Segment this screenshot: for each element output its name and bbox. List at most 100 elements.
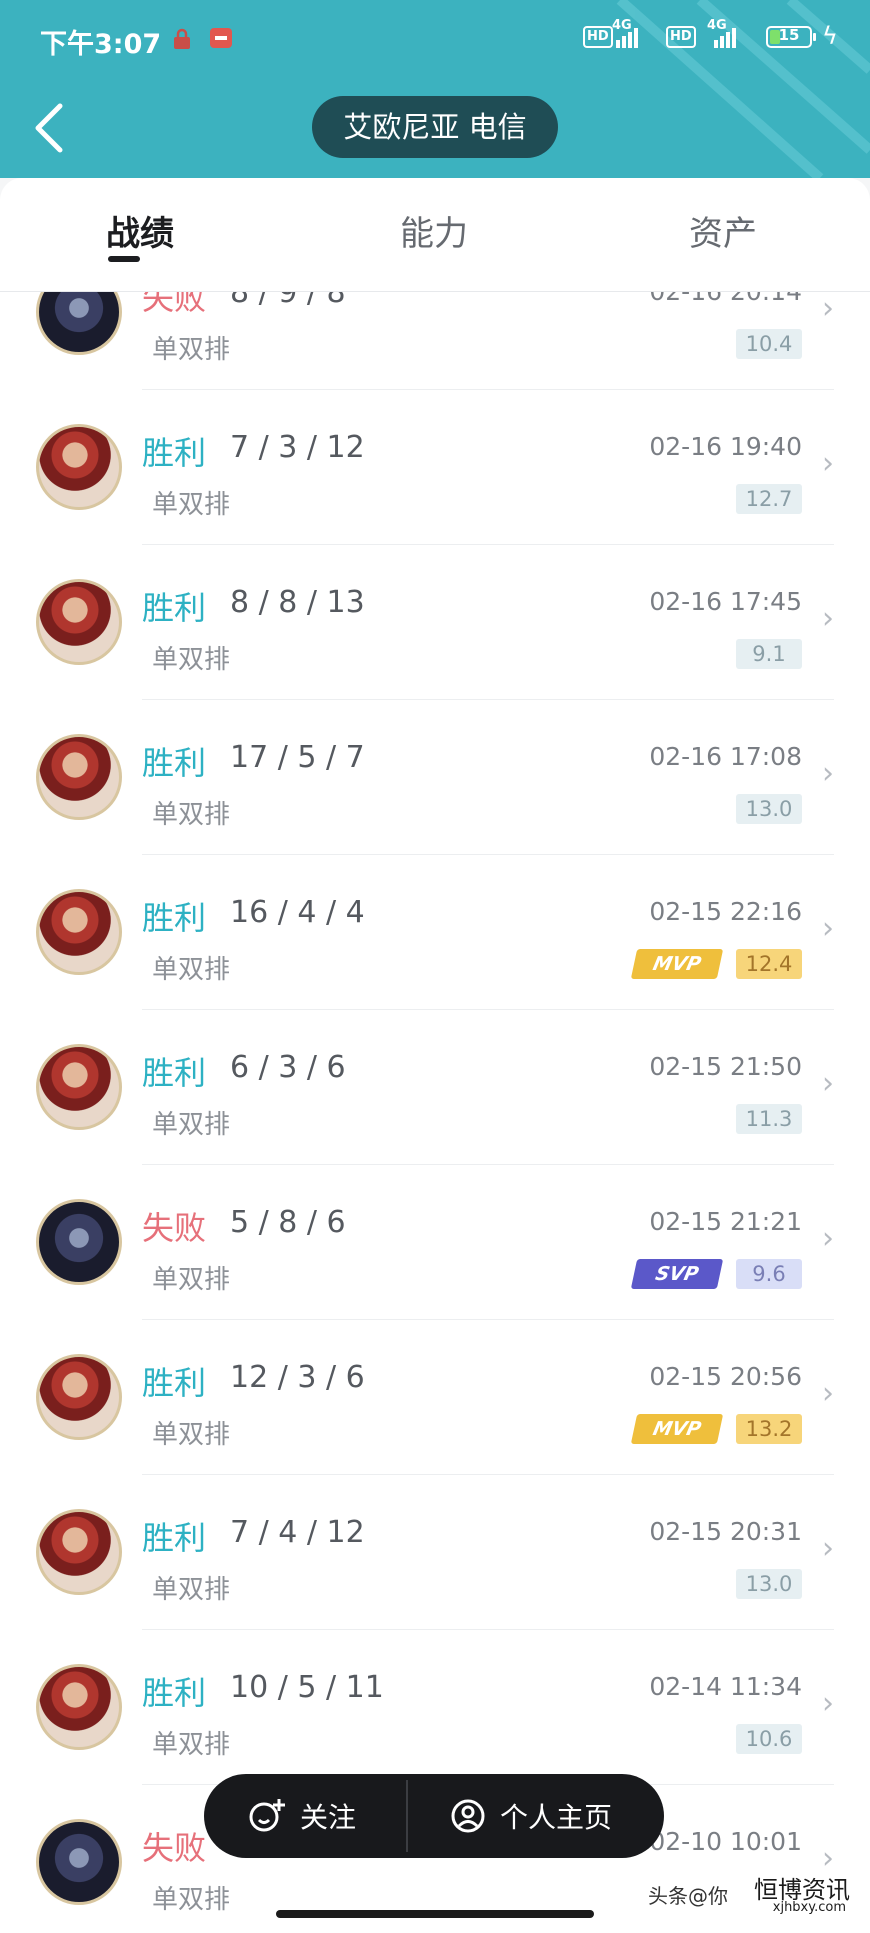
mvp-badge: MVP — [630, 949, 724, 979]
active-tab-indicator — [108, 256, 140, 262]
watermark-url: xjhbxy.com — [772, 1900, 846, 1915]
champion-avatar — [36, 734, 122, 820]
match-date: 02-15 22:16 — [649, 897, 802, 926]
match-row[interactable]: 胜利 8 / 8 / 13 单双排 02-16 17:45 9.1 › — [0, 545, 870, 700]
chevron-right-icon: › — [822, 756, 834, 791]
chevron-right-icon: › — [822, 601, 834, 636]
chevron-right-icon: › — [822, 1376, 834, 1411]
champion-avatar — [36, 292, 122, 355]
server-title[interactable]: 艾欧尼亚 电信 — [312, 96, 558, 158]
match-date: 02-10 10:01 — [649, 1827, 802, 1856]
champion-avatar — [36, 1044, 122, 1130]
match-score: 13.2 — [736, 1414, 802, 1444]
match-row[interactable]: 胜利 17 / 5 / 7 单双排 02-16 17:08 13.0 › — [0, 700, 870, 855]
profile-button[interactable]: 个人主页 — [450, 1774, 612, 1858]
champion-avatar — [36, 1199, 122, 1285]
match-date: 02-15 21:21 — [649, 1207, 802, 1236]
match-result: 胜利 — [142, 744, 207, 782]
match-row[interactable]: 胜利 10 / 5 / 11 单双排 02-14 11:34 10.6 › — [0, 1630, 870, 1785]
hd-badge-2: HD — [666, 26, 696, 48]
match-result: 胜利 — [142, 434, 207, 472]
champion-avatar — [36, 579, 122, 665]
match-row[interactable]: 胜利 6 / 3 / 6 单双排 02-15 21:50 11.3 › — [0, 1010, 870, 1165]
match-kda: 16 / 4 / 4 — [230, 895, 365, 930]
match-kda: 7 / 4 / 12 — [230, 1515, 365, 1550]
match-score: 13.0 — [736, 794, 802, 824]
match-kda: 5 / 8 / 6 — [230, 1205, 346, 1240]
battery-icon: 15 — [766, 26, 816, 48]
match-mode: 单双排 — [152, 645, 231, 675]
champion-avatar — [36, 889, 122, 975]
header-bar: 下午3:07 HD 4G HD 4G 15 ϟ 艾欧尼亚 电信 — [0, 0, 870, 178]
match-score: 10.4 — [736, 329, 802, 359]
match-date: 02-15 20:31 — [649, 1517, 802, 1546]
charging-icon: ϟ — [822, 22, 838, 50]
chevron-right-icon: › — [822, 1066, 834, 1101]
match-mode: 单双排 — [152, 1730, 231, 1760]
tab-record[interactable]: 战绩 — [106, 206, 174, 255]
match-score: 9.1 — [736, 639, 802, 669]
match-kda: 17 / 5 / 7 — [230, 740, 365, 775]
lock-icon — [172, 28, 192, 54]
champion-avatar — [36, 1664, 122, 1750]
match-row[interactable]: 胜利 7 / 3 / 12 单双排 02-16 19:40 12.7 › — [0, 390, 870, 545]
match-result: 失败 — [142, 1209, 207, 1247]
match-date: 02-16 19:40 — [649, 432, 802, 461]
match-kda: 10 / 5 / 11 — [230, 1670, 384, 1705]
match-score: 12.7 — [736, 484, 802, 514]
match-result: 胜利 — [142, 899, 207, 937]
follow-label: 关注 — [300, 1801, 357, 1834]
match-mode: 单双排 — [152, 955, 231, 985]
match-kda: 12 / 3 / 6 — [230, 1360, 365, 1395]
match-date: 02-15 21:50 — [649, 1052, 802, 1081]
match-mode: 单双排 — [152, 1265, 231, 1295]
user-profile-icon — [451, 1799, 485, 1833]
signal-icon-1 — [616, 26, 638, 48]
chevron-right-icon: › — [822, 911, 834, 946]
signal-icon-2 — [714, 26, 736, 48]
chevron-right-icon: › — [822, 1221, 834, 1256]
chevron-right-icon: › — [822, 1531, 834, 1566]
match-mode: 单双排 — [152, 490, 231, 520]
champion-avatar — [36, 1819, 122, 1905]
champion-avatar — [36, 424, 122, 510]
match-mode: 单双排 — [152, 1110, 231, 1140]
match-row[interactable]: 胜利 12 / 3 / 6 单双排 02-15 20:56 13.2 MVP › — [0, 1320, 870, 1475]
add-follow-icon — [249, 1799, 285, 1832]
match-row[interactable]: 胜利 16 / 4 / 4 单双排 02-15 22:16 12.4 MVP › — [0, 855, 870, 1010]
match-list[interactable]: 失败 8 / 9 / 8 单双排 02-16 20:14 10.4 › 胜利 7 / 3 / … — [0, 292, 870, 1933]
match-mode: 单双排 — [152, 800, 231, 830]
match-mode: 单双排 — [152, 335, 231, 365]
chevron-right-icon: › — [822, 1686, 834, 1721]
chevron-right-icon: › — [822, 292, 834, 326]
watermark-left: 头条@你 — [648, 1884, 728, 1908]
match-row[interactable]: 胜利 7 / 4 / 12 单双排 02-15 20:31 13.0 › — [0, 1475, 870, 1630]
match-mode: 单双排 — [152, 1575, 231, 1605]
match-score: 10.6 — [736, 1724, 802, 1754]
back-button[interactable] — [30, 100, 70, 156]
action-bar: 关注 个人主页 — [204, 1774, 664, 1858]
tab-ability[interactable]: 能力 — [400, 206, 468, 255]
match-mode: 单双排 — [152, 1885, 231, 1915]
follow-button[interactable]: 关注 — [248, 1774, 356, 1858]
match-date: 02-14 11:34 — [649, 1672, 802, 1701]
match-row[interactable]: 失败 8 / 9 / 8 单双排 02-16 20:14 10.4 › — [0, 292, 870, 390]
champion-avatar — [36, 1354, 122, 1440]
match-result: 失败 — [142, 292, 207, 317]
match-score: 9.6 — [736, 1259, 802, 1289]
match-date: 02-15 20:56 — [649, 1362, 802, 1391]
match-score: 11.3 — [736, 1104, 802, 1134]
battery-level: 15 — [778, 26, 800, 44]
match-result: 失败 — [142, 1829, 207, 1867]
tab-assets[interactable]: 资产 — [689, 206, 757, 255]
home-indicator — [276, 1910, 594, 1918]
hd-badge-1: HD — [583, 26, 613, 48]
match-kda: 6 / 3 / 6 — [230, 1050, 346, 1085]
match-score: 13.0 — [736, 1569, 802, 1599]
match-score: 12.4 — [736, 949, 802, 979]
match-row[interactable]: 失败 5 / 8 / 6 单双排 02-15 21:21 9.6 SVP › — [0, 1165, 870, 1320]
match-result: 胜利 — [142, 1674, 207, 1712]
chevron-left-icon — [35, 103, 63, 153]
svp-badge: SVP — [630, 1259, 724, 1289]
status-time: 下午3:07 — [40, 29, 162, 60]
